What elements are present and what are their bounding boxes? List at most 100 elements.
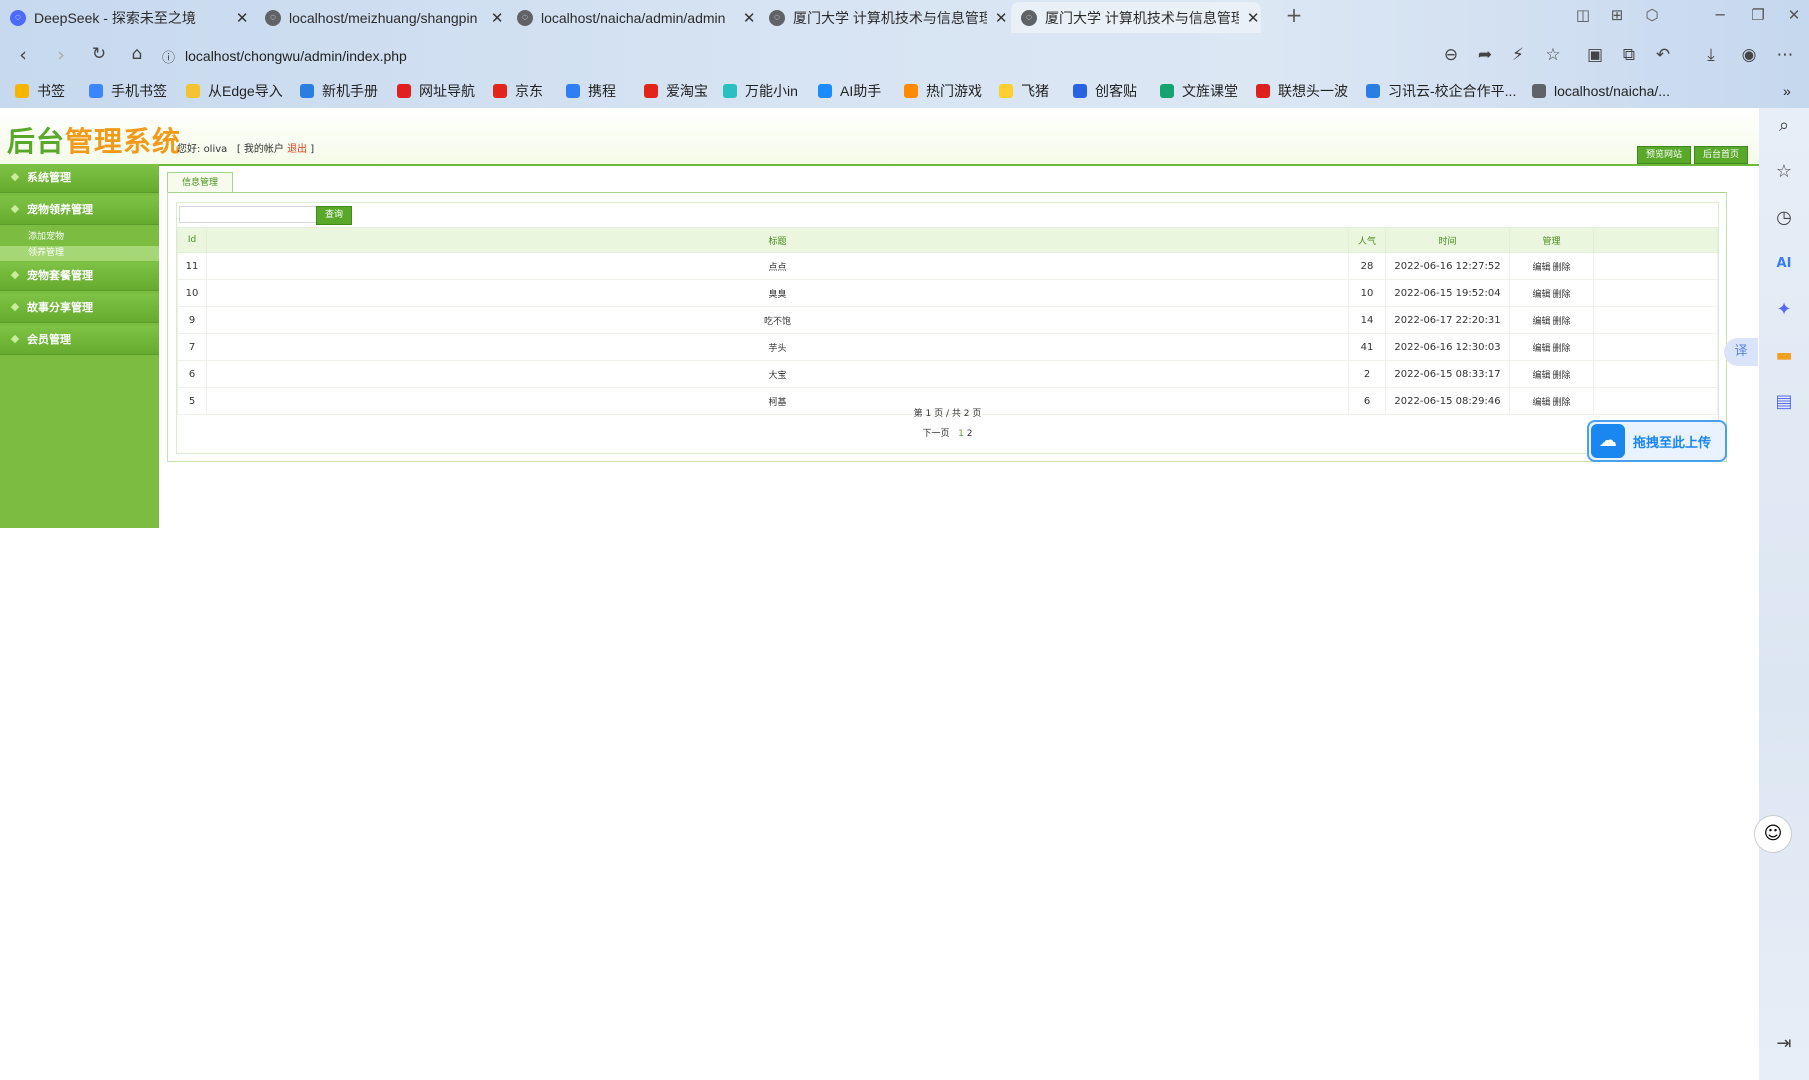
cell-manage: 编辑 删除 [1509,252,1594,280]
edit-link[interactable]: 编辑 [1532,263,1550,273]
star-icon[interactable]: ☆ [1772,160,1796,184]
minimize-icon[interactable]: ─ [1708,6,1732,24]
bookmark-favicon-icon [566,84,580,98]
sidebar-toggle-icon[interactable]: ◫ [1571,6,1595,24]
bookmark-item[interactable]: 万能小in [723,81,798,101]
username: oliva [203,144,228,155]
close-icon[interactable]: ✕ [741,9,757,27]
browser-tab[interactable]: ◌ 厦门大学 计算机技术与信息管理 ✕ [1011,2,1261,33]
extensions-icon[interactable]: ⬡ [1640,6,1664,24]
bookmark-item[interactable]: 手机书签 [89,81,167,101]
bookmark-favicon-icon [1256,84,1270,98]
puzzle-icon[interactable]: ⧉ [1616,45,1642,65]
my-account-link[interactable]: [ 我的帐户 [237,144,287,155]
new-tab-button[interactable]: + [1282,3,1306,27]
bookmark-item[interactable]: 网址导航 [397,81,475,101]
bookmark-item[interactable]: 习讯云-校企合作平... [1366,81,1516,101]
floating-translate-button[interactable]: 译 [1724,338,1758,366]
page-1-link[interactable]: 1 [958,429,964,439]
delete-link[interactable]: 删除 [1553,317,1571,327]
admin-home-button[interactable]: 后台首页 [1694,146,1749,164]
undo-icon[interactable]: ↶ [1650,45,1676,65]
reload-icon[interactable]: ↻ [86,44,112,64]
nav-sub-adoption-manage[interactable]: 领养管理 [0,246,159,261]
lightning-icon[interactable]: ⚡ [1505,45,1531,65]
collapse-panel-icon[interactable]: ⇥ [1772,1032,1796,1056]
game-icon[interactable]: ✦ [1772,298,1796,322]
preview-site-button[interactable]: 预览网站 [1637,146,1692,164]
bookmark-item[interactable]: 热门游戏 [904,81,982,101]
bookmark-item[interactable]: 文旌课堂 [1160,81,1238,101]
nav-story[interactable]: 故事分享管理 [0,294,159,323]
zoom-icon[interactable]: ⊖ [1438,45,1464,65]
delete-link[interactable]: 删除 [1553,371,1571,381]
bookmark-item[interactable]: 携程 [566,81,616,101]
next-page-link[interactable]: 下一页 [923,429,950,439]
cell-time: 2022-06-15 08:33:17 [1385,360,1510,388]
bookmark-favicon-icon [1073,84,1087,98]
bookmark-item[interactable]: 京东 [493,81,543,101]
drag-upload-button[interactable]: ☁ 拖拽至此上传 [1587,420,1727,462]
restore-icon[interactable]: ❐ [1746,6,1770,24]
edit-link[interactable]: 编辑 [1532,344,1550,354]
search-icon[interactable]: ⌕ [1772,114,1796,138]
forward-icon[interactable]: › [48,44,74,66]
window-close-icon[interactable]: ✕ [1782,6,1806,24]
bookmark-item[interactable]: 书签 [15,81,65,101]
bookmark-item[interactable]: AI助手 [818,81,881,101]
browser-tab[interactable]: ◌ localhost/meizhuang/shangpin ✕ [255,2,505,33]
close-icon[interactable]: ✕ [234,9,250,27]
bookmark-favicon-icon [1160,84,1174,98]
browser-tab[interactable]: ◌ DeepSeek - 探索未至之境 ✕ [0,2,250,33]
history-icon[interactable]: ◷ [1772,206,1796,230]
url-text[interactable]: localhost/chongwu/admin/index.php [185,48,407,64]
ai-icon[interactable]: AI [1772,252,1796,276]
translate-icon[interactable]: ▤ [1772,390,1796,414]
back-icon[interactable]: ‹ [10,44,36,66]
browser-tab[interactable]: ◌ 厦门大学 计算机技术与信息管理 ✕ [759,2,1009,33]
nav-system[interactable]: 系统管理 [0,164,159,193]
bookmark-item[interactable]: 创客贴 [1073,81,1137,101]
bookmark-item[interactable]: 联想头一波 [1256,81,1348,101]
url-box[interactable]: ⓘ localhost/chongwu/admin/index.php [162,41,1442,71]
share-icon[interactable]: ➦ [1472,45,1498,65]
favorite-star-icon[interactable]: ☆ [1540,45,1566,65]
delete-link[interactable]: 删除 [1553,290,1571,300]
toolbox-icon[interactable]: ▬ [1772,344,1796,368]
nav-member[interactable]: 会员管理 [0,326,159,355]
bookmark-favicon-icon [15,84,29,98]
close-icon[interactable]: ✕ [993,9,1009,27]
bookmark-label: 热门游戏 [926,83,982,99]
edit-link[interactable]: 编辑 [1532,371,1550,381]
browser-tab[interactable]: ◌ localhost/naicha/admin/admin ✕ [507,2,757,33]
bookmark-item[interactable]: 爱淘宝 [644,81,708,101]
extension-icon[interactable]: ▣ [1582,45,1608,65]
collections-icon[interactable]: ⊞ [1605,6,1629,24]
download-icon[interactable]: ⤓ [1698,45,1724,65]
profile-icon[interactable]: ◉ [1736,45,1762,65]
edit-link[interactable]: 编辑 [1532,317,1550,327]
nav-sub-add-pet[interactable]: 添加宠物 [0,230,159,245]
close-icon[interactable]: ✕ [1245,9,1261,27]
bookmark-item[interactable]: localhost/naicha/... [1532,81,1670,101]
cell-manage: 编辑 删除 [1509,279,1594,307]
tab-info-manage[interactable]: 信息管理 [167,172,234,192]
home-icon[interactable]: ⌂ [124,44,150,64]
search-input[interactable] [179,206,320,223]
assistant-avatar-icon[interactable]: ☺ [1754,815,1792,853]
delete-link[interactable]: 删除 [1553,344,1571,354]
bookmark-item[interactable]: 飞猪 [999,81,1049,101]
page-2-link[interactable]: 2 [967,429,973,439]
menu-icon[interactable]: ⋯ [1772,45,1798,65]
edit-link[interactable]: 编辑 [1532,290,1550,300]
info-icon[interactable]: ⓘ [162,47,175,66]
bookmarks-more-icon[interactable]: » [1783,81,1791,101]
close-icon[interactable]: ✕ [489,9,505,27]
logout-link[interactable]: 退出 [287,144,307,155]
delete-link[interactable]: 删除 [1553,263,1571,273]
nav-adoption[interactable]: 宠物领养管理 [0,196,159,225]
nav-package[interactable]: 宠物套餐管理 [0,262,159,291]
bookmark-item[interactable]: 新机手册 [300,81,378,101]
search-button[interactable]: 查询 [316,206,352,225]
bookmark-item[interactable]: 从Edge导入 [186,81,283,101]
